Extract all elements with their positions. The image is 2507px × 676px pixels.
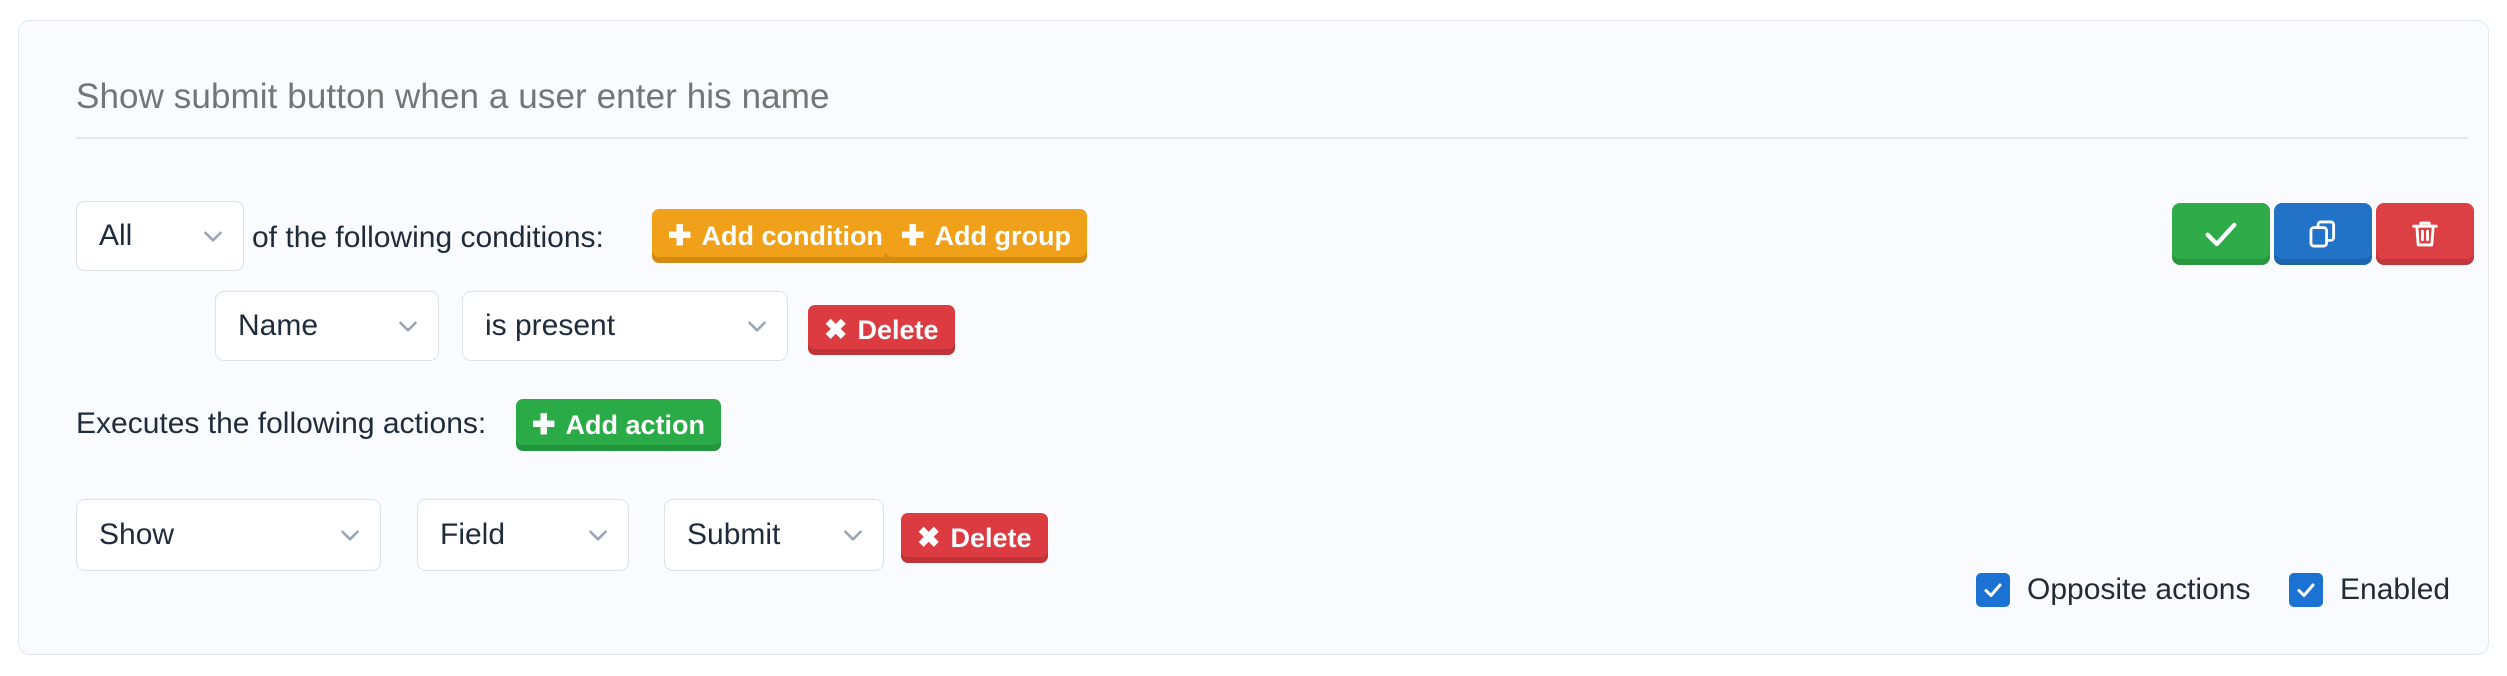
add-group-label: Add group [934, 220, 1071, 251]
chevron-down-icon [200, 223, 226, 249]
action-target-select-value: Submit [687, 518, 781, 551]
condition-field-select-value: Name [238, 309, 319, 342]
add-action-button[interactable]: ✚ Add action [516, 399, 721, 451]
condition-operator-select[interactable]: is present [462, 291, 788, 361]
action-delete-button[interactable]: ✖ Delete [901, 513, 1048, 563]
chevron-down-icon [337, 522, 363, 548]
chevron-down-icon [744, 313, 770, 339]
action-target-type-select-value: Field [440, 518, 506, 551]
enabled-checkbox[interactable] [2289, 573, 2323, 607]
opposite-actions-checkbox[interactable] [1976, 573, 2010, 607]
action-type-select[interactable]: Show [76, 499, 381, 571]
add-action-label: Add action [565, 409, 705, 440]
add-condition-button[interactable]: ✚ Add condition [652, 209, 899, 263]
times-icon: ✖ [824, 314, 848, 345]
enabled-checkbox-row[interactable]: Enabled [2289, 573, 2450, 607]
chevron-down-icon [395, 313, 421, 339]
action-delete-label: Delete [950, 522, 1032, 553]
action-target-type-select[interactable]: Field [417, 499, 629, 571]
rule-title-field[interactable] [76, 57, 2468, 139]
rule-title-input[interactable] [76, 77, 2468, 117]
condition-match-text: of the following conditions: [252, 221, 604, 254]
copy-icon [2306, 217, 2340, 251]
check-icon [2201, 214, 2241, 254]
rule-card: All of the following conditions: ✚ Add c… [18, 20, 2489, 655]
delete-rule-button[interactable] [2376, 203, 2474, 265]
duplicate-rule-button[interactable] [2274, 203, 2372, 265]
condition-delete-button[interactable]: ✖ Delete [808, 305, 955, 355]
chevron-down-icon [840, 522, 866, 548]
opposite-actions-checkbox-row[interactable]: Opposite actions [1976, 573, 2250, 607]
enabled-label: Enabled [2340, 573, 2451, 606]
add-condition-label: Add condition [701, 220, 883, 251]
plus-icon: ✚ [532, 409, 556, 440]
action-target-select[interactable]: Submit [664, 499, 884, 571]
condition-match-select[interactable]: All [76, 201, 244, 271]
action-type-select-value: Show [99, 518, 175, 551]
chevron-down-icon [585, 522, 611, 548]
add-group-button[interactable]: ✚ Add group [885, 209, 1087, 263]
opposite-actions-label: Opposite actions [2027, 573, 2251, 606]
condition-match-select-value: All [99, 219, 133, 252]
times-icon: ✖ [917, 522, 941, 553]
condition-delete-label: Delete [857, 314, 939, 345]
trash-icon [2408, 217, 2442, 251]
plus-icon: ✚ [668, 220, 692, 251]
condition-field-select[interactable]: Name [215, 291, 439, 361]
actions-heading: Executes the following actions: [76, 407, 487, 440]
plus-icon: ✚ [901, 220, 925, 251]
save-rule-button[interactable] [2172, 203, 2270, 265]
condition-operator-select-value: is present [485, 309, 616, 342]
